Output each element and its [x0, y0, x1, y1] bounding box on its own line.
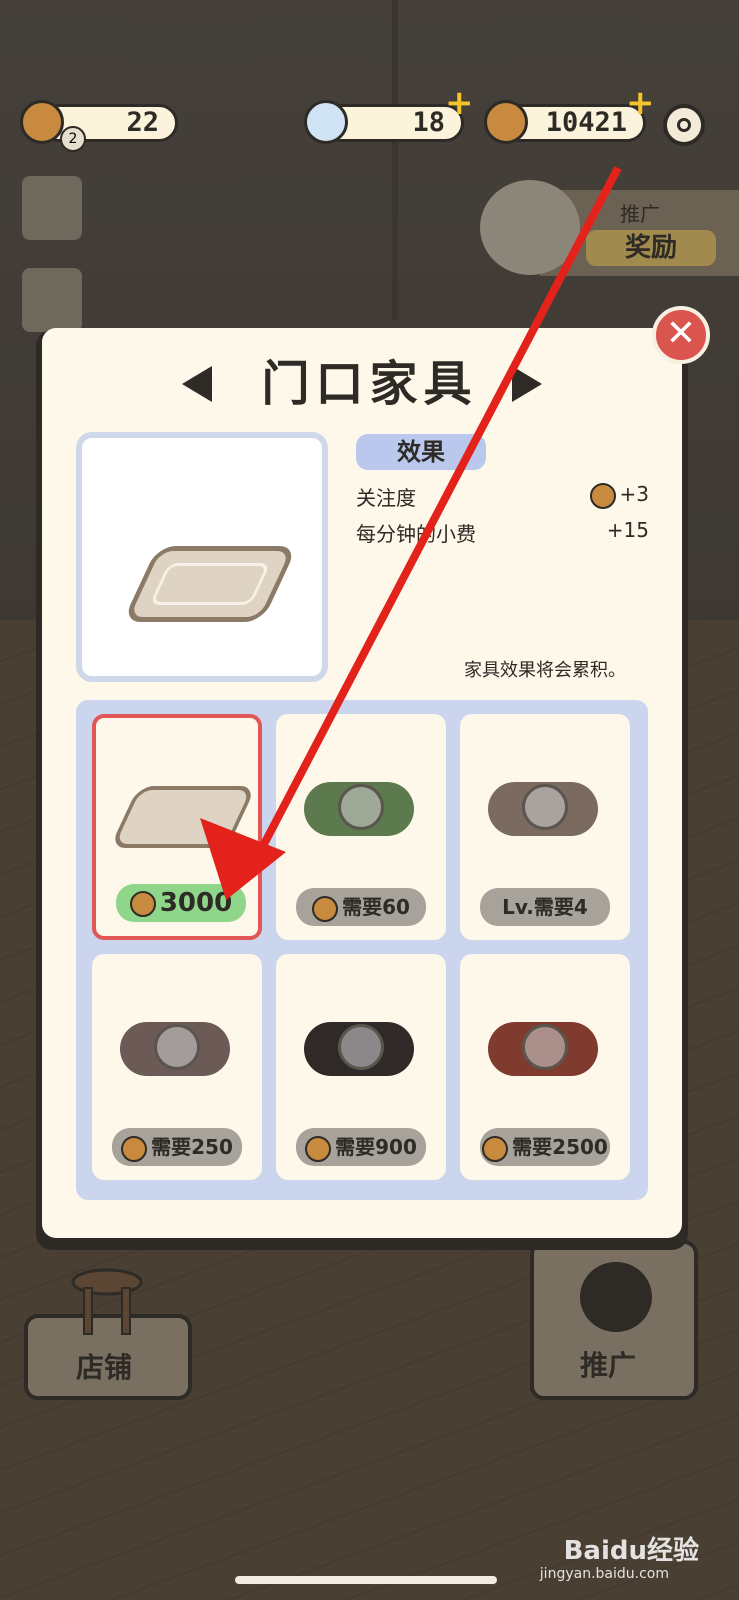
- diamond-value: 18: [412, 107, 445, 138]
- item-requirement: 需要250: [112, 1128, 242, 1166]
- lock-icon: [522, 1024, 568, 1070]
- promo-title: 推广: [620, 202, 660, 226]
- cat-mascot-icon: [480, 180, 580, 275]
- heart-small-icon: [482, 1135, 509, 1162]
- lock-icon: [338, 1024, 384, 1070]
- effect-tip-label: 每分钟的小费: [356, 522, 476, 546]
- heart-small-icon: [589, 482, 616, 509]
- item-card-1[interactable]: 3000: [92, 714, 262, 940]
- task-list-icon[interactable]: [22, 176, 82, 240]
- doormat-icon: [109, 786, 257, 848]
- lock-icon: [154, 1024, 200, 1070]
- item-card-3[interactable]: Lv.需要4: [460, 714, 630, 940]
- heart-small-icon: [121, 1135, 148, 1162]
- item-requirement: Lv.需要4: [480, 888, 610, 926]
- heart-small-icon: [312, 895, 339, 922]
- coin-icon: [484, 100, 528, 144]
- item-price[interactable]: 3000: [116, 884, 246, 922]
- effect-attention-value: +3: [589, 482, 649, 509]
- item-card-4[interactable]: 需要250: [92, 954, 262, 1180]
- effect-note: 家具效果将会累积。: [464, 660, 626, 681]
- item-requirement: 需要60: [296, 888, 426, 926]
- promo-reward-button[interactable]: 奖励: [586, 230, 716, 266]
- diamond-icon: [304, 100, 348, 144]
- doormat-preview-image: [122, 546, 298, 622]
- item-preview: [76, 432, 328, 682]
- hearts-value: 22: [126, 107, 159, 138]
- settings-gear-icon[interactable]: [663, 104, 705, 146]
- coin-small-icon: [129, 890, 156, 917]
- calendar-icon[interactable]: [22, 268, 82, 332]
- item-requirement: 需要2500: [480, 1128, 610, 1166]
- wall-divider: [392, 0, 398, 320]
- item-requirement: 需要900: [296, 1128, 426, 1166]
- effect-tip-value: +15: [606, 518, 649, 542]
- hearts-badge: 2: [60, 126, 86, 152]
- item-card-5[interactable]: 需要900: [276, 954, 446, 1180]
- add-diamonds-button[interactable]: +: [445, 86, 474, 120]
- next-category-button[interactable]: [512, 366, 542, 402]
- lock-icon: [522, 784, 568, 830]
- stool-icon: [70, 1268, 144, 1338]
- dialog-title: 门口家具: [261, 356, 478, 412]
- lock-icon: [338, 784, 384, 830]
- watermark-brand: Baidu经验: [563, 1536, 699, 1566]
- coin-value: 10421: [545, 107, 627, 138]
- item-card-6[interactable]: 需要2500: [460, 954, 630, 1180]
- chef-hat-icon: [580, 1262, 652, 1332]
- home-indicator[interactable]: [235, 1576, 497, 1584]
- promote-label: 推广: [580, 1349, 637, 1382]
- item-card-2[interactable]: 需要60: [276, 714, 446, 940]
- watermark-url: jingyan.baidu.com: [539, 1566, 669, 1582]
- shop-label: 店铺: [76, 1351, 133, 1384]
- add-coins-button[interactable]: +: [626, 86, 655, 120]
- effect-tag: 效果: [356, 434, 486, 470]
- heart-token-icon: [20, 100, 64, 144]
- heart-small-icon: [305, 1135, 332, 1162]
- effect-attention-label: 关注度: [356, 486, 416, 510]
